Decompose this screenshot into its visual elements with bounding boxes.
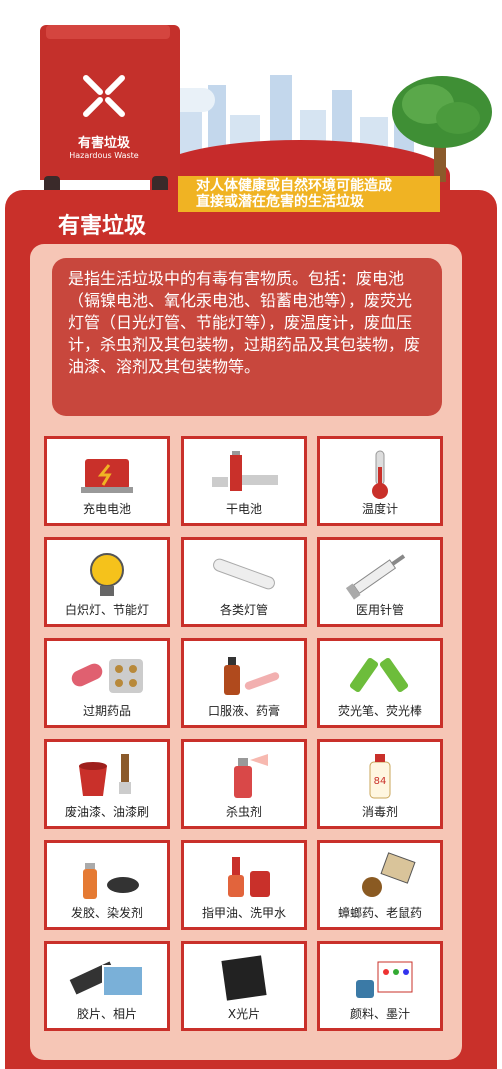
waste-item-card: 充电电池: [44, 436, 170, 526]
film-photo-icon: [47, 950, 167, 1006]
waste-item-card: 杀虫剂: [181, 739, 307, 829]
paint-ink-icon: [320, 950, 440, 1006]
waste-item-label: 荧光笔、荧光棒: [337, 704, 422, 718]
definition-banner: 对人体健康或自然环境可能造成 直接或潜在危害的生活垃圾: [178, 176, 440, 212]
waste-item-label: 废油漆、油漆刷: [64, 805, 149, 819]
waste-item-label: 消毒剂: [361, 805, 398, 819]
waste-item-card: 荧光笔、荧光棒: [317, 638, 443, 728]
light-bulb-icon: [47, 546, 167, 602]
waste-item-card: 温度计: [317, 436, 443, 526]
bin-logo: 有害垃圾 Hazardous Waste: [64, 72, 144, 162]
waste-item-label: 指甲油、洗甲水: [201, 906, 286, 920]
banner-line-2: 直接或潜在危害的生活垃圾: [196, 194, 364, 210]
waste-item-label: 干电池: [225, 502, 262, 516]
section-title: 有害垃圾: [58, 214, 147, 239]
waste-item-card: 干电池: [181, 436, 307, 526]
tree-icon: [392, 76, 492, 182]
waste-item-card: 指甲油、洗甲水: [181, 840, 307, 930]
waste-item-label: 杀虫剂: [225, 805, 262, 819]
rechargeable-battery-icon: [47, 445, 167, 501]
waste-item-label: 蟑螂药、老鼠药: [337, 906, 422, 920]
waste-item-card: 口服液、药膏: [181, 638, 307, 728]
waste-item-label: 发胶、染发剂: [70, 906, 143, 920]
waste-item-card: 医用针管: [317, 537, 443, 627]
waste-item-card: 各类灯管: [181, 537, 307, 627]
highlighter-icon: [320, 647, 440, 703]
waste-item-card: 废油漆、油漆刷: [44, 739, 170, 829]
waste-item-card: X光片: [181, 941, 307, 1031]
medicine-bottle-icon: [184, 647, 304, 703]
xray-film-icon: [184, 950, 304, 1006]
waste-item-card: 发胶、染发剂: [44, 840, 170, 930]
bin-label-en: Hazardous Waste: [69, 151, 139, 160]
waste-item-label: 颜料、墨汁: [349, 1007, 410, 1021]
bin-label-cn: 有害垃圾: [77, 136, 130, 151]
waste-item-label: 白炽灯、节能灯: [64, 603, 149, 617]
thermometer-icon: [320, 445, 440, 501]
waste-item-card: 84 消毒剂: [317, 739, 443, 829]
banner-line-1: 对人体健康或自然环境可能造成: [196, 178, 392, 194]
fluorescent-tube-icon: [184, 546, 304, 602]
bin-lid: [46, 25, 170, 39]
waste-item-card: 蟑螂药、老鼠药: [317, 840, 443, 930]
waste-item-card: 颜料、墨汁: [317, 941, 443, 1031]
description-box: 是指生活垃圾中的有毒有害物质。包括：废电池（镉镍电池、氧化汞电池、铅蓄电池等），…: [52, 258, 442, 416]
waste-item-label: 口服液、药膏: [207, 704, 280, 718]
hairspray-icon: [47, 849, 167, 905]
paint-bucket-icon: [47, 748, 167, 804]
pills-icon: [47, 647, 167, 703]
disinfectant-bottle-icon: 84: [320, 748, 440, 804]
pesticide-pack-icon: [320, 849, 440, 905]
waste-item-label: 胶片、相片: [76, 1007, 137, 1021]
waste-item-label: 医用针管: [355, 603, 404, 617]
nail-polish-icon: [184, 849, 304, 905]
waste-item-label: 充电电池: [82, 502, 131, 516]
insecticide-spray-icon: [184, 748, 304, 804]
waste-item-card: 过期药品: [44, 638, 170, 728]
hazard-x-icon: [83, 75, 125, 117]
waste-item-label: 温度计: [361, 502, 398, 516]
svg-text:84: 84: [374, 776, 387, 787]
dry-battery-icon: [184, 445, 304, 501]
waste-item-card: 胶片、相片: [44, 941, 170, 1031]
waste-item-card: 白炽灯、节能灯: [44, 537, 170, 627]
waste-item-label: 各类灯管: [219, 603, 268, 617]
syringe-icon: [320, 546, 440, 602]
waste-item-label: 过期药品: [82, 704, 131, 718]
waste-item-label: X光片: [227, 1007, 261, 1021]
